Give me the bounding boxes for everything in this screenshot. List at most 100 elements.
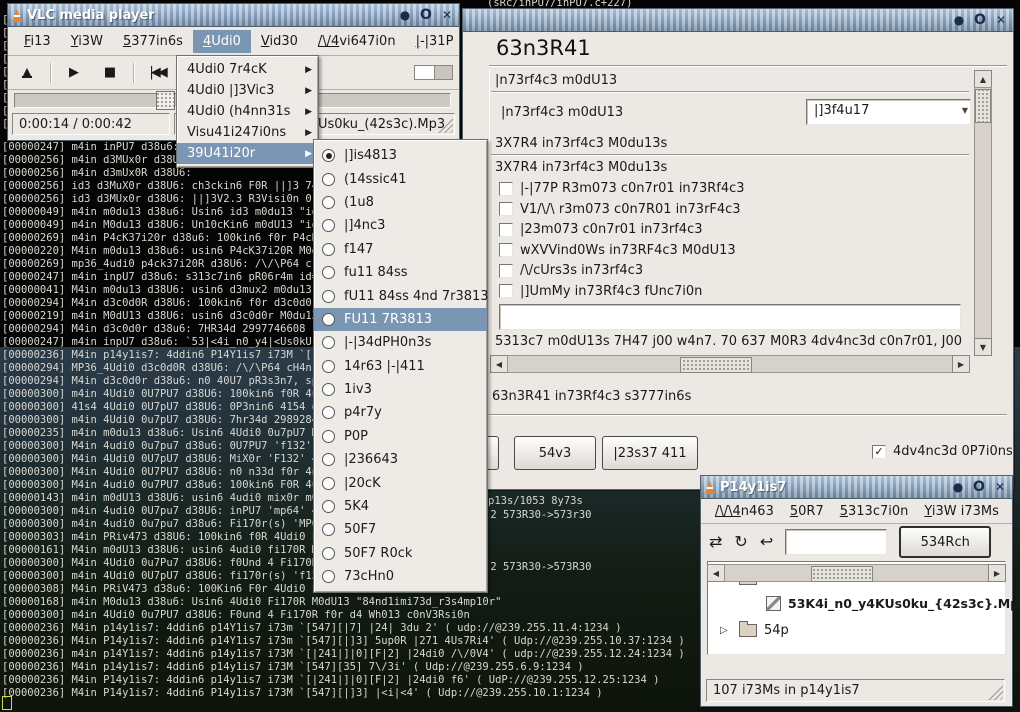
advanced-options-row[interactable]: ✓ 4dv4nc3d 0P7i0ns xyxy=(872,444,1013,459)
dialog-titlebar[interactable]: ●︎ O ✕ xyxy=(463,9,1013,32)
equalizer-menu-item[interactable]: p4r7y xyxy=(314,401,487,424)
volume-slider[interactable] xyxy=(414,65,453,80)
equalizer-menu-item[interactable]: FU11 7R3813 xyxy=(314,308,487,331)
scroll-down-icon[interactable]: ▼ xyxy=(974,338,992,356)
console-line: [00000300] m4in 4Udi0 0u7PU7 d38U6: F0un… xyxy=(2,609,685,622)
audio-menu-item[interactable]: 4Udi0 7r4cK ▶ xyxy=(177,59,318,80)
checkbox-icon[interactable] xyxy=(499,264,513,278)
equalizer-menu-item[interactable]: |]is4813 xyxy=(314,144,487,167)
radio-icon xyxy=(322,336,335,349)
equalizer-menu-item[interactable]: |-|34dPH0n3s xyxy=(314,331,487,354)
previous-button[interactable]: |◀◀ xyxy=(144,61,170,85)
equalizer-menu-item[interactable]: fu11 84ss xyxy=(314,261,487,284)
playlist-titlebar[interactable]: P14y1is7 ●︎ O ✕ xyxy=(701,476,1012,499)
h-scrollbar-thumb[interactable] xyxy=(811,566,873,582)
checkbox-icon[interactable] xyxy=(499,243,513,257)
repeat-all-icon[interactable]: ↻ xyxy=(734,534,747,550)
checkbox-icon[interactable] xyxy=(499,223,513,237)
checkbox-label: wXVVind0Ws in73RF4c3 M0dU13 xyxy=(520,243,736,258)
radio-icon xyxy=(322,243,335,256)
window-shade-icon[interactable]: ●︎ xyxy=(951,12,967,28)
tree-item-row[interactable]: 53K4i_n0_y4KUs0ku_{42s3c}.Mp3 xyxy=(766,596,1020,611)
vlc-menu-item[interactable]: 4Udi0 xyxy=(193,30,251,53)
interface-module-combo[interactable]: |]3f4u17 ▼ xyxy=(806,99,971,125)
equalizer-menu-item[interactable]: 5K4 xyxy=(314,495,487,518)
playlist-menu-item[interactable]: Yi3W i73Ms xyxy=(916,501,1007,522)
submenu-arrow-icon: ▶ xyxy=(305,128,312,138)
interface-checkbox-row[interactable]: |]UmMy in73Rf4c3 fUnc7i0n xyxy=(499,284,702,299)
scroll-left-icon[interactable]: ◀ xyxy=(490,355,508,373)
equalizer-menu-item[interactable]: |236643 xyxy=(314,448,487,471)
tree-group-row[interactable]: ▷ 54p xyxy=(720,623,789,638)
audio-menu-item[interactable]: 4Udi0 |]3Vic3 ▶ xyxy=(177,80,318,101)
v-scrollbar-thumb[interactable] xyxy=(975,89,991,123)
window-close-icon[interactable]: ✕ xyxy=(993,12,1009,28)
seek-slider-handle[interactable] xyxy=(156,91,175,110)
play-button[interactable]: ▶ xyxy=(61,61,87,85)
scroll-right-icon[interactable]: ▶ xyxy=(952,355,970,373)
interface-checkbox-row[interactable]: V1/\/\ r3m073 c0n7R01 in73rF4c3 xyxy=(499,202,741,217)
save-button[interactable]: 54v3 xyxy=(514,436,596,470)
window-shade-icon[interactable]: ●︎ xyxy=(397,7,413,23)
equalizer-menu-item[interactable]: 73cHn0 xyxy=(314,565,487,588)
interface-checkbox-row[interactable]: wXVVind0Ws in73RF4c3 M0dU13 xyxy=(499,243,736,258)
equalizer-menu-item[interactable]: 50F7 xyxy=(314,518,487,541)
equalizer-menu-item[interactable]: f147 xyxy=(314,238,487,261)
equalizer-menu-item[interactable]: P0P xyxy=(314,425,487,448)
window-maximize-icon[interactable]: O xyxy=(418,7,434,23)
equalizer-menu-item[interactable]: 14r63 |-|411 xyxy=(314,355,487,378)
vlc-menubar: Fi13Yi3W5377in6s4Udi0Vid30/\/4vi647i0n|-… xyxy=(8,27,459,56)
window-maximize-icon[interactable]: O xyxy=(971,479,987,495)
checkbox-checked-icon[interactable]: ✓ xyxy=(872,445,886,459)
audio-menu-item[interactable]: 39U41i20r ▶ xyxy=(177,143,318,164)
equalizer-menu-item[interactable]: |20cK xyxy=(314,471,487,494)
equalizer-menu-item[interactable]: fU11 84ss 4nd 7r3813 xyxy=(314,284,487,307)
audio-menu-item[interactable]: Visu41i247i0ns ▶ xyxy=(177,122,318,143)
vlc-menu-item[interactable]: Vid30 xyxy=(251,30,308,53)
extra-modules-input[interactable] xyxy=(499,304,961,330)
search-button[interactable]: 534Rch xyxy=(899,526,991,558)
window-close-icon[interactable]: ✕ xyxy=(439,7,455,23)
playlist-menu-item[interactable]: 50R7 xyxy=(782,501,832,522)
interface-checkbox-row[interactable]: /\/cUrs3s in73rf4c3 xyxy=(499,263,643,278)
checkbox-icon[interactable] xyxy=(499,202,513,216)
audio-menu-item[interactable]: 4Udi0 (h4nn31s ▶ xyxy=(177,101,318,122)
combo-arrow-icon[interactable]: ▼ xyxy=(962,106,968,115)
vlc-menu-item[interactable]: 5377in6s xyxy=(113,30,193,53)
vlc-menu-item[interactable]: |-|31P xyxy=(406,30,464,53)
equalizer-menu-item[interactable]: (14ssic41 xyxy=(314,167,487,190)
radio-icon xyxy=(322,173,335,186)
scroll-right-icon[interactable]: ▶ xyxy=(988,564,1006,582)
resize-grip-icon[interactable] xyxy=(985,682,1003,700)
shuffle-icon[interactable]: ⇄ xyxy=(709,534,722,550)
window-shade-icon[interactable]: ●︎ xyxy=(950,479,966,495)
scroll-left-icon[interactable]: ◀ xyxy=(707,564,725,582)
playlist-menu-item[interactable]: 5313c7i0n xyxy=(832,501,917,522)
interface-checkbox-row[interactable]: |-|77P R3m073 c0n7r01 in73Rf4c3 xyxy=(499,181,745,196)
vlc-menu-item[interactable]: Fi13 xyxy=(14,30,61,53)
scroll-up-icon[interactable]: ▲ xyxy=(974,70,992,88)
window-close-icon[interactable]: ✕ xyxy=(992,479,1008,495)
equalizer-menu-item[interactable]: 1iv3 xyxy=(314,378,487,401)
v-scrollbar-track[interactable] xyxy=(974,87,992,339)
checkbox-icon[interactable] xyxy=(499,284,513,298)
h-scrollbar-thumb[interactable] xyxy=(680,357,752,373)
equalizer-menu-item[interactable]: 50F7 R0ck xyxy=(314,542,487,565)
search-input[interactable] xyxy=(785,529,887,555)
window-maximize-icon[interactable]: O xyxy=(972,12,988,28)
vlc-menu-item[interactable]: /\/4vi647i0n xyxy=(308,30,406,53)
repeat-one-icon[interactable]: ↩ xyxy=(760,534,773,550)
tree-group-label: 54p xyxy=(764,623,789,638)
interface-checkbox-row[interactable]: |23m073 c0n7r01 in73rf4c3 xyxy=(499,222,702,237)
reset-all-button[interactable]: |23s37 411 xyxy=(602,436,698,470)
vlc-cone-icon xyxy=(12,9,22,22)
vlc-titlebar[interactable]: VLC media player ●︎ O ✕ xyxy=(8,4,459,27)
vlc-menu-item[interactable]: Yi3W xyxy=(61,30,113,53)
equalizer-menu-item[interactable]: |]4nc3 xyxy=(314,214,487,237)
stop-button[interactable]: ■ xyxy=(97,61,123,85)
playlist-menu-item[interactable]: /\/\4n463 xyxy=(707,501,782,522)
equalizer-menu-item[interactable]: (1u8 xyxy=(314,191,487,214)
eject-button[interactable]: ▲ xyxy=(14,61,40,85)
checkbox-icon[interactable] xyxy=(499,182,513,196)
expander-closed-icon[interactable]: ▷ xyxy=(720,625,732,636)
